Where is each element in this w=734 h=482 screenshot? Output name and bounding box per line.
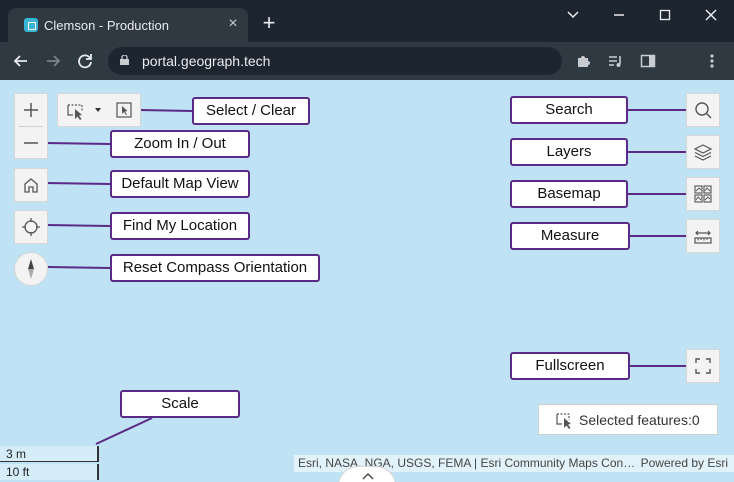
tab-search-chevron-icon[interactable] <box>558 4 588 26</box>
reload-icon[interactable] <box>74 50 96 72</box>
close-tab-icon[interactable]: × <box>224 15 242 33</box>
search-callout: Search <box>510 96 628 124</box>
zoom-widget <box>14 93 48 159</box>
locate-icon <box>22 218 40 236</box>
reset-compass-button[interactable] <box>14 252 48 286</box>
layers-callout: Layers <box>510 138 628 166</box>
scale-metric: 3 m <box>0 446 99 462</box>
measure-ruler-icon <box>694 230 712 244</box>
measure-button[interactable] <box>686 219 720 253</box>
select-tool-button[interactable] <box>60 94 110 126</box>
layers-icon <box>693 144 713 161</box>
find-location-callout: Find My Location <box>110 212 250 240</box>
powered-by-esri[interactable]: Powered by Esri <box>641 455 728 472</box>
minimize-window-icon[interactable] <box>604 4 634 26</box>
selected-features-label: Selected features:0 <box>579 412 700 428</box>
zoom-out-button[interactable] <box>15 127 47 159</box>
browser-menu-icon[interactable] <box>702 51 722 71</box>
browser-tab[interactable]: Clemson - Production × <box>8 8 248 42</box>
select-cursor-icon <box>67 104 101 120</box>
basemap-gallery-icon <box>694 185 712 203</box>
extensions-puzzle-icon[interactable] <box>574 51 594 71</box>
search-icon <box>695 102 712 119</box>
forward-arrow-icon[interactable] <box>42 50 64 72</box>
tab-title: Clemson - Production <box>44 18 169 33</box>
home-icon <box>24 178 38 193</box>
reset-compass-callout: Reset Compass Orientation <box>110 254 320 282</box>
url-text: portal.geograph.tech <box>142 53 271 69</box>
fullscreen-icon <box>695 358 711 374</box>
new-tab-button[interactable]: + <box>258 12 280 34</box>
default-map-view-button[interactable] <box>14 168 48 202</box>
selected-features-button[interactable]: Selected features:0 <box>538 404 718 435</box>
select-clear-callout: Select / Clear <box>192 97 310 125</box>
plus-icon <box>24 103 38 117</box>
maximize-window-icon[interactable] <box>650 4 680 26</box>
default-view-callout: Default Map View <box>110 170 250 198</box>
back-arrow-icon[interactable] <box>10 50 32 72</box>
selection-icon <box>556 413 571 429</box>
zoom-in-button[interactable] <box>15 94 47 126</box>
lock-icon <box>120 55 129 65</box>
basemap-button[interactable] <box>686 177 720 211</box>
chevron-up-icon <box>362 473 374 480</box>
layers-button[interactable] <box>686 135 720 169</box>
measure-callout: Measure <box>510 222 630 250</box>
find-my-location-button[interactable] <box>14 210 48 244</box>
clear-selection-button[interactable] <box>110 94 140 126</box>
app-favicon-icon <box>24 18 38 32</box>
clear-selection-icon <box>116 102 132 118</box>
compass-icon <box>28 259 34 279</box>
side-panel-icon[interactable] <box>638 51 658 71</box>
browser-toolbar: portal.geograph.tech <box>0 42 734 80</box>
minus-icon <box>24 142 38 144</box>
basemap-callout: Basemap <box>510 180 628 208</box>
close-window-icon[interactable] <box>696 4 726 26</box>
search-button[interactable] <box>686 93 720 127</box>
fullscreen-callout: Fullscreen <box>510 352 630 380</box>
scale-bar: 3 m 10 ft <box>0 446 99 482</box>
zoom-callout: Zoom In / Out <box>110 130 250 158</box>
scale-imperial: 10 ft <box>0 464 99 480</box>
fullscreen-button[interactable] <box>686 349 720 383</box>
address-bar[interactable]: portal.geograph.tech <box>108 47 562 75</box>
select-clear-widget <box>57 93 141 127</box>
browser-tab-bar: Clemson - Production × + <box>0 0 734 42</box>
media-playlist-icon[interactable] <box>606 51 626 71</box>
scale-callout: Scale <box>120 390 240 418</box>
